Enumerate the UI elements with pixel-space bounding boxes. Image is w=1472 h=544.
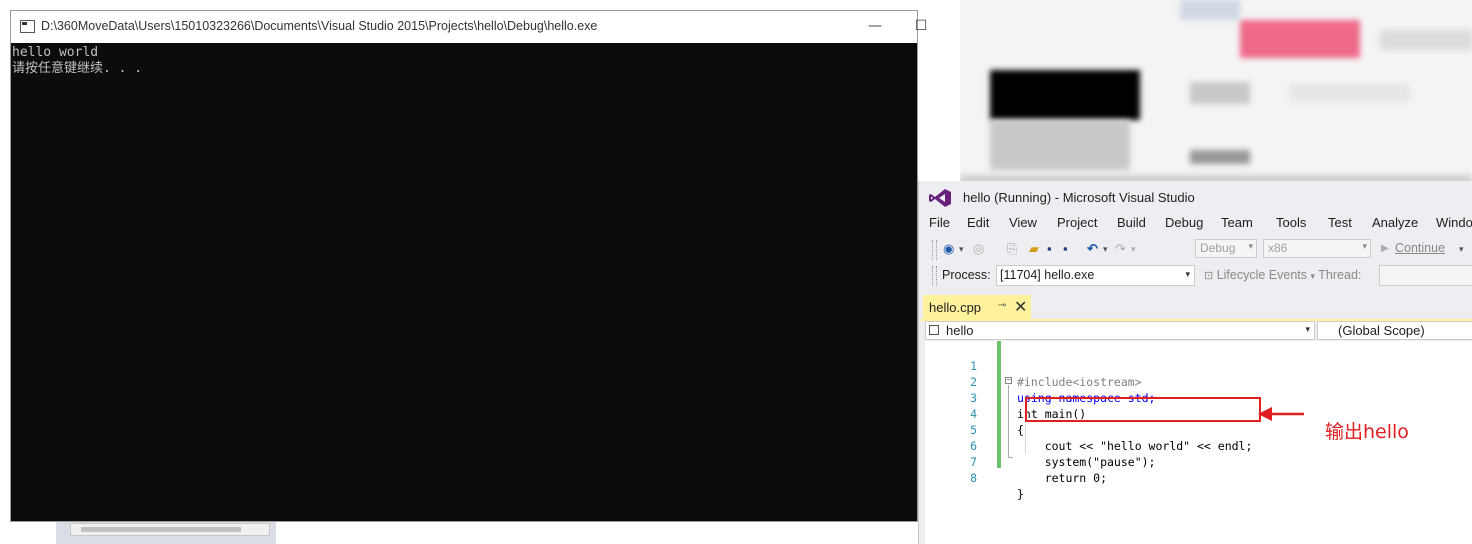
vs-titlebar[interactable]: hello (Running) - Microsoft Visual Studi… [919, 181, 1472, 211]
menu-debug[interactable]: Debug [1165, 215, 1203, 230]
standard-toolbar: ◉ ▾ ◎ ⎘ ▰ ▪ ▪ ↶ ▾ ↷ ▾ Debug ▾ x86 ▾ ▶ Cont… [919, 237, 1472, 263]
menu-file[interactable]: File [929, 215, 950, 230]
process-select[interactable]: [11704] hello.exe ▾ [996, 265, 1195, 286]
menu-project[interactable]: Project [1057, 215, 1097, 230]
continue-button[interactable]: Continue [1395, 241, 1445, 255]
console-output: hello world 请按任意键继续. . . [11, 43, 917, 521]
toolbar-grip[interactable] [932, 266, 937, 286]
forward-icon[interactable]: ◎ [973, 241, 984, 257]
thread-label: Thread: [1318, 268, 1362, 282]
highlight-box [1025, 397, 1261, 422]
visual-studio-logo-icon [929, 189, 951, 207]
menu-analyze[interactable]: Analyze [1372, 215, 1418, 230]
close-tab-icon[interactable]: ✕ [1014, 297, 1027, 317]
menu-edit[interactable]: Edit [967, 215, 989, 230]
redo-icon[interactable]: ↷ [1115, 241, 1126, 257]
save-all-icon[interactable]: ▪ [1063, 241, 1068, 256]
blurred-background [960, 0, 1472, 190]
global-scope-select[interactable]: (Global Scope) [1317, 321, 1472, 340]
arrow-icon [1258, 407, 1304, 421]
solution-platform-select[interactable]: x86 ▾ [1263, 239, 1371, 258]
code-line: 1 #include<iostream> [970, 359, 1142, 389]
console-line: 请按任意键继续. . . [12, 61, 143, 76]
play-icon: ▶ [1381, 243, 1389, 254]
menu-window[interactable]: Windo [1436, 215, 1472, 230]
menu-view[interactable]: View [1009, 215, 1037, 230]
code-line: 8 } [970, 471, 1024, 501]
document-tabs: hello.cpp ⊸ ✕ [919, 295, 1472, 321]
save-icon[interactable]: ▪ [1047, 241, 1052, 256]
console-line: hello world [12, 45, 99, 60]
undo-dropdown-icon[interactable]: ▾ [1103, 244, 1108, 255]
back-dropdown-icon[interactable]: ▾ [959, 244, 964, 255]
lifecycle-icon: ⊡ [1204, 270, 1214, 282]
back-icon[interactable]: ◉ [943, 241, 954, 257]
horizontal-scrollbar[interactable] [70, 523, 270, 536]
navigation-bar: hello ▾ (Global Scope) [919, 321, 1472, 341]
continue-dropdown-icon[interactable]: ▾ [1459, 244, 1464, 255]
code-line: 2 using namespace std; [970, 375, 1156, 405]
undo-icon[interactable]: ↶ [1087, 241, 1098, 257]
vs-title: hello (Running) - Microsoft Visual Studi… [963, 190, 1195, 205]
menu-tools[interactable]: Tools [1276, 215, 1306, 230]
project-scope-select[interactable]: hello ▾ [925, 321, 1315, 340]
thread-select[interactable] [1379, 265, 1472, 286]
console-titlebar[interactable]: D:\360MoveData\Users\15010323266\Documen… [11, 11, 927, 43]
tab-hello-cpp[interactable]: hello.cpp ⊸ ✕ [923, 295, 1031, 319]
pin-icon[interactable]: ⊸ [998, 300, 1006, 311]
process-label: Process: [942, 268, 991, 282]
visual-studio-window[interactable]: hello (Running) - Microsoft Visual Studi… [918, 181, 1472, 544]
maximize-button[interactable]: ☐ [907, 15, 935, 37]
lifecycle-events-button[interactable]: ⊡ Lifecycle Events ▾ Thread: [1204, 268, 1361, 282]
debug-location-toolbar: Process: [11704] hello.exe ▾ ⊡ Lifecycle … [919, 263, 1472, 289]
menu-build[interactable]: Build [1117, 215, 1146, 230]
console-window[interactable]: D:\360MoveData\Users\15010323266\Documen… [10, 10, 927, 522]
new-project-icon[interactable]: ⎘ [1007, 241, 1017, 257]
open-file-icon[interactable]: ▰ [1029, 241, 1039, 257]
annotation-label: 输出hello [1325, 421, 1409, 443]
code-line: 3 int main() [970, 391, 1087, 421]
menu-test[interactable]: Test [1328, 215, 1352, 230]
solution-config-select[interactable]: Debug ▾ [1195, 239, 1257, 258]
minimize-button[interactable]: — [861, 15, 889, 37]
console-app-icon [20, 20, 35, 33]
console-title: D:\360MoveData\Users\15010323266\Documen… [41, 19, 598, 33]
project-icon [929, 325, 939, 335]
toolbar-grip[interactable] [932, 240, 937, 260]
redo-dropdown-icon[interactable]: ▾ [1131, 244, 1136, 255]
menu-team[interactable]: Team [1221, 215, 1253, 230]
